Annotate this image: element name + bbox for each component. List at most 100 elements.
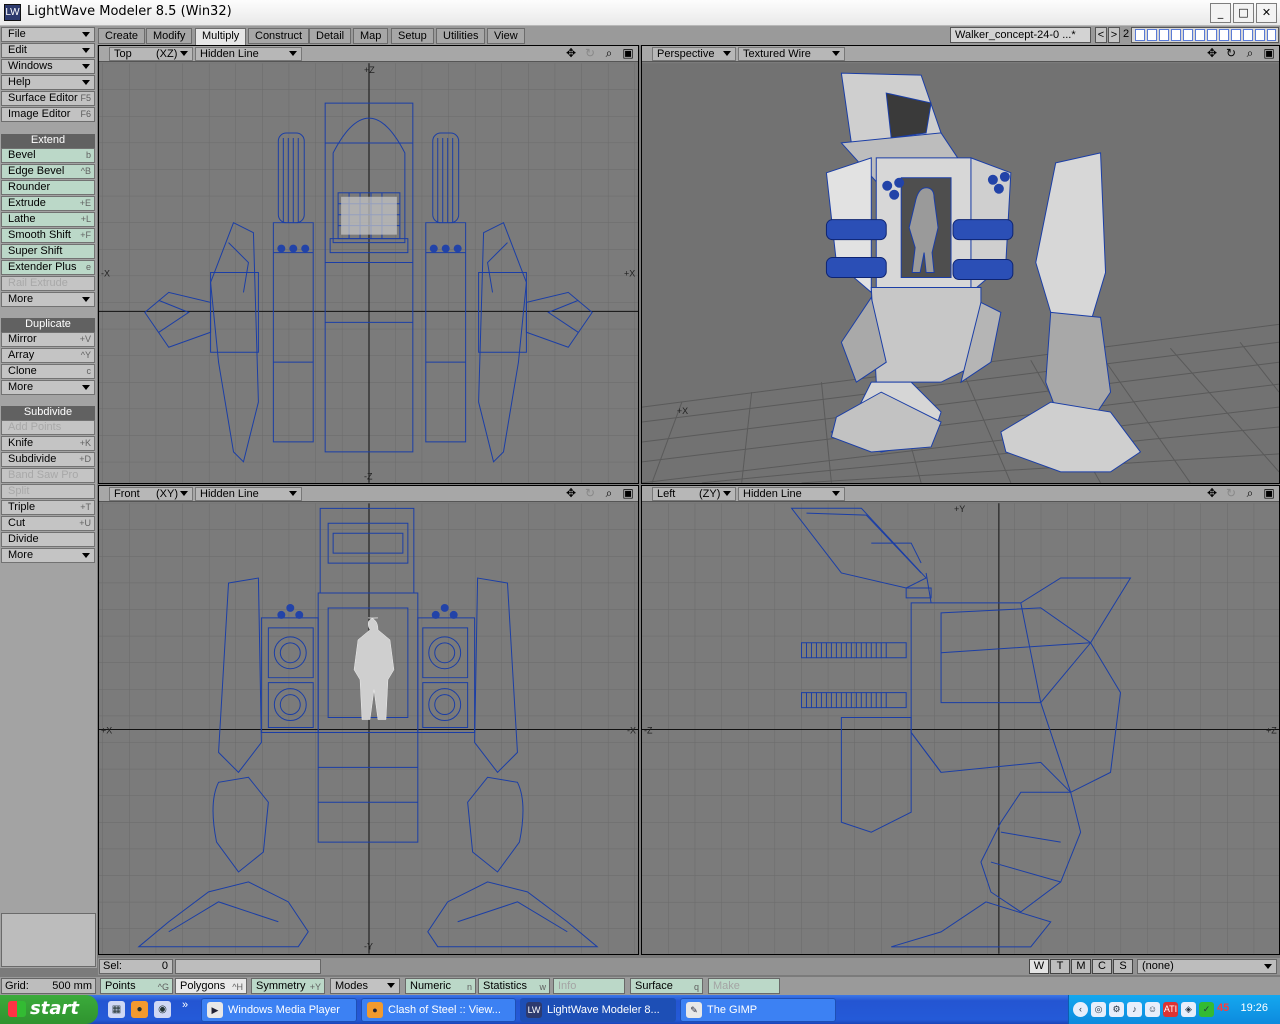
task-the-gimp[interactable]: ✎ The GIMP <box>680 998 836 1022</box>
rotate-view-icon[interactable]: ↻ <box>1223 487 1239 501</box>
zoom-view-icon[interactable]: ⌕ <box>1242 487 1258 501</box>
info-button[interactable]: Info <box>553 978 625 994</box>
rounder-button[interactable]: Rounder <box>1 180 95 195</box>
viewport-front[interactable]: Front (XY) Hidden Line ✥ ↻ ⌕ ▣ -Y +X -X <box>98 485 639 955</box>
viewport-canvas[interactable]: +Z -Z -X +X <box>99 63 638 483</box>
tray-ati-icon[interactable]: ATI <box>1163 1002 1178 1017</box>
tab-map[interactable]: Map <box>353 28 389 44</box>
numeric-button[interactable]: Numeric n <box>405 978 476 994</box>
triple-button[interactable]: Triple +T <box>1 500 95 515</box>
rotate-view-icon[interactable]: ↻ <box>582 487 598 501</box>
tab-modify[interactable]: Modify <box>146 28 193 44</box>
wtab-w[interactable]: W <box>1029 959 1049 974</box>
edit-menu[interactable]: Edit <box>1 43 95 58</box>
tray-messenger-icon[interactable]: ☺ <box>1145 1002 1160 1017</box>
move-view-icon[interactable]: ✥ <box>563 487 579 501</box>
windows-menu[interactable]: Windows <box>1 59 95 74</box>
tab-setup[interactable]: Setup <box>391 28 434 44</box>
edge-bevel-button[interactable]: Edge Bevel ^B <box>1 164 95 179</box>
object-selector[interactable]: Walker_concept-24-0 ...* <box>950 27 1091 43</box>
tray-app-icon[interactable]: ◎ <box>1091 1002 1106 1017</box>
next-layer-button[interactable]: > <box>1108 27 1120 43</box>
view-type-dropdown[interactable]: Perspective <box>652 47 736 61</box>
file-menu[interactable]: File <box>1 27 95 42</box>
minimize-button[interactable]: _ <box>1210 3 1231 23</box>
smooth-shift-button[interactable]: Smooth Shift +F <box>1 228 95 243</box>
points-mode-button[interactable]: Points ^G <box>100 978 173 994</box>
extend-more-button[interactable]: More <box>1 292 95 307</box>
subdivide-button[interactable]: Subdivide +D <box>1 452 95 467</box>
knife-button[interactable]: Knife +K <box>1 436 95 451</box>
surface-button[interactable]: Surface q <box>630 978 703 994</box>
statistics-button[interactable]: Statistics w <box>478 978 550 994</box>
wtab-m[interactable]: M <box>1071 959 1091 974</box>
bevel-button[interactable]: Bevel b <box>1 148 95 163</box>
maximize-view-icon[interactable]: ▣ <box>620 47 636 61</box>
lathe-button[interactable]: Lathe +L <box>1 212 95 227</box>
tray-volume-icon[interactable]: ◈ <box>1181 1002 1196 1017</box>
tray-expand-icon[interactable]: ‹ <box>1073 1002 1088 1017</box>
view-type-dropdown[interactable]: Left (ZY) <box>652 487 736 501</box>
maximize-view-icon[interactable]: ▣ <box>1261 47 1277 61</box>
render-mode-dropdown[interactable]: Hidden Line <box>195 487 302 501</box>
wtab-t[interactable]: T <box>1050 959 1070 974</box>
desktop-icon[interactable]: ▦ <box>108 1001 125 1018</box>
tab-view[interactable]: View <box>487 28 525 44</box>
viewport-left[interactable]: Left (ZY) Hidden Line ✥ ↻ ⌕ ▣ +Y -Z +Z <box>641 485 1280 955</box>
viewport-perspective[interactable]: Perspective Textured Wire ✥ ↻ ⌕ ▣ +X <box>641 45 1280 484</box>
maximize-button[interactable]: □ <box>1233 3 1254 23</box>
rotate-view-icon[interactable]: ↻ <box>582 47 598 61</box>
zoom-view-icon[interactable]: ⌕ <box>601 47 617 61</box>
quicklaunch-overflow-icon[interactable]: » <box>182 999 188 1011</box>
clone-button[interactable]: Clone c <box>1 364 95 379</box>
divide-button[interactable]: Divide <box>1 532 95 547</box>
move-view-icon[interactable]: ✥ <box>563 47 579 61</box>
wtab-s[interactable]: S <box>1113 959 1133 974</box>
tab-utilities[interactable]: Utilities <box>436 28 486 44</box>
tab-create[interactable]: Create <box>98 28 146 44</box>
extrude-button[interactable]: Extrude +E <box>1 196 95 211</box>
rotate-view-icon[interactable]: ↻ <box>1223 47 1239 61</box>
firefox-icon[interactable]: ● <box>131 1001 148 1018</box>
move-view-icon[interactable]: ✥ <box>1204 487 1220 501</box>
render-mode-dropdown[interactable]: Hidden Line <box>738 487 845 501</box>
surface-editor-button[interactable]: Surface Editor F5 <box>1 91 95 106</box>
viewport-canvas[interactable]: -Y +X -X <box>99 503 638 954</box>
viewport-top[interactable]: Top (XZ) Hidden Line ✥ ↻ ⌕ ▣ +Z -Z -X +X <box>98 45 639 484</box>
tray-network-icon[interactable]: ⚙ <box>1109 1002 1124 1017</box>
tab-detail[interactable]: Detail <box>309 28 352 44</box>
extender-plus-button[interactable]: Extender Plus e <box>1 260 95 275</box>
make-button[interactable]: Make <box>708 978 780 994</box>
move-view-icon[interactable]: ✥ <box>1204 47 1220 61</box>
task-lightwave-modeler[interactable]: LW LightWave Modeler 8... <box>520 998 676 1022</box>
render-mode-dropdown[interactable]: Textured Wire <box>738 47 845 61</box>
prev-layer-button[interactable]: < <box>1095 27 1107 43</box>
split-button[interactable]: Split <box>1 484 95 499</box>
viewport-canvas[interactable]: +X <box>642 63 1279 483</box>
tab-multiply[interactable]: Multiply <box>195 28 247 45</box>
task-windows-media-player[interactable]: ▶ Windows Media Player <box>201 998 357 1022</box>
add-points-button[interactable]: Add Points <box>1 420 95 435</box>
symmetry-button[interactable]: Symmetry +Y <box>251 978 325 994</box>
duplicate-more-button[interactable]: More <box>1 380 95 395</box>
super-shift-button[interactable]: Super Shift <box>1 244 95 259</box>
task-clash-of-steel[interactable]: ● Clash of Steel :: View... <box>361 998 516 1022</box>
tab-construct[interactable]: Construct <box>248 28 310 44</box>
viewport-canvas[interactable]: +Y -Z +Z <box>642 503 1279 954</box>
image-editor-button[interactable]: Image Editor F6 <box>1 107 95 122</box>
close-button[interactable]: ✕ <box>1256 3 1277 23</box>
layer-buttons[interactable] <box>1131 27 1279 43</box>
zoom-view-icon[interactable]: ⌕ <box>601 487 617 501</box>
render-mode-dropdown[interactable]: Hidden Line <box>195 47 302 61</box>
view-type-dropdown[interactable]: Front (XY) <box>109 487 193 501</box>
array-button[interactable]: Array ^Y <box>1 348 95 363</box>
view-type-dropdown[interactable]: Top (XZ) <box>109 47 193 61</box>
subdivide-more-button[interactable]: More <box>1 548 95 563</box>
band-saw-pro-button[interactable]: Band Saw Pro <box>1 468 95 483</box>
modes-dropdown[interactable]: Modes <box>330 978 400 994</box>
tray-speaker-icon[interactable]: ♪ <box>1127 1002 1142 1017</box>
maximize-view-icon[interactable]: ▣ <box>1261 487 1277 501</box>
wtab-c[interactable]: C <box>1092 959 1112 974</box>
help-menu[interactable]: Help <box>1 75 95 90</box>
start-button[interactable]: start <box>0 995 98 1024</box>
